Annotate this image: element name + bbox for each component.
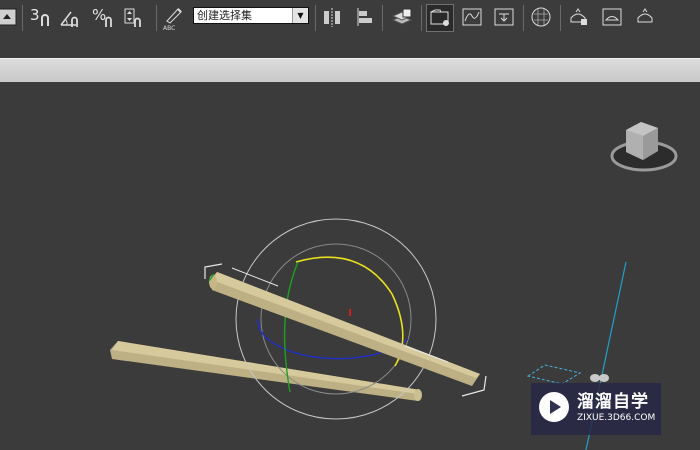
layer-manager-icon[interactable] bbox=[391, 6, 413, 28]
snap-3d-icon[interactable] bbox=[36, 6, 58, 28]
watermark-badge: 溜溜自学 ZIXUE.3D66.COM bbox=[531, 383, 661, 435]
curve-editor-icon[interactable] bbox=[461, 6, 483, 28]
schematic-view-icon[interactable] bbox=[493, 6, 515, 28]
toolbar-separator bbox=[315, 5, 316, 31]
toolbar-separator bbox=[560, 5, 561, 31]
mirror-icon[interactable] bbox=[321, 6, 343, 28]
named-selection-set-dropdown[interactable]: 创建选择集 ▼ bbox=[193, 7, 309, 24]
percent-snap-icon[interactable] bbox=[100, 6, 122, 28]
toolbar-separator bbox=[421, 5, 422, 31]
named-selection-set-value: 创建选择集 bbox=[197, 9, 252, 22]
camera-object[interactable] bbox=[526, 364, 582, 385]
toolbar-separator bbox=[22, 5, 23, 31]
abc-label: ABC bbox=[163, 25, 176, 32]
toolbar-separator bbox=[382, 5, 383, 31]
undo-icon[interactable] bbox=[0, 6, 18, 28]
align-icon[interactable] bbox=[354, 6, 376, 28]
render-setup-icon[interactable] bbox=[567, 6, 589, 28]
toolbar-separator bbox=[156, 5, 157, 31]
main-toolbar: 3 % ABC 创建选择集 ▼ bbox=[0, 0, 700, 37]
watermark-title: 溜溜自学 bbox=[577, 392, 649, 412]
ribbon-bar bbox=[0, 58, 700, 82]
chevron-down-icon[interactable]: ▼ bbox=[292, 8, 308, 23]
camera-body bbox=[599, 374, 609, 382]
material-editor-icon[interactable] bbox=[530, 6, 552, 28]
ribbon-spacer bbox=[0, 36, 700, 58]
spinner-snap-icon[interactable] bbox=[122, 6, 144, 28]
perspective-viewport[interactable]: 溜溜自学 ZIXUE.3D66.COM bbox=[0, 84, 700, 450]
toolbar-separator bbox=[523, 5, 524, 31]
rendered-frame-window-icon[interactable] bbox=[601, 6, 623, 28]
viewcube[interactable] bbox=[606, 116, 686, 176]
angle-snap-icon[interactable] bbox=[58, 6, 80, 28]
watermark-url: ZIXUE.3D66.COM bbox=[577, 413, 656, 423]
play-logo-icon bbox=[539, 392, 569, 422]
scene-explorer-icon[interactable] bbox=[426, 4, 454, 32]
camera-body bbox=[590, 374, 600, 382]
render-production-icon[interactable] bbox=[634, 6, 656, 28]
